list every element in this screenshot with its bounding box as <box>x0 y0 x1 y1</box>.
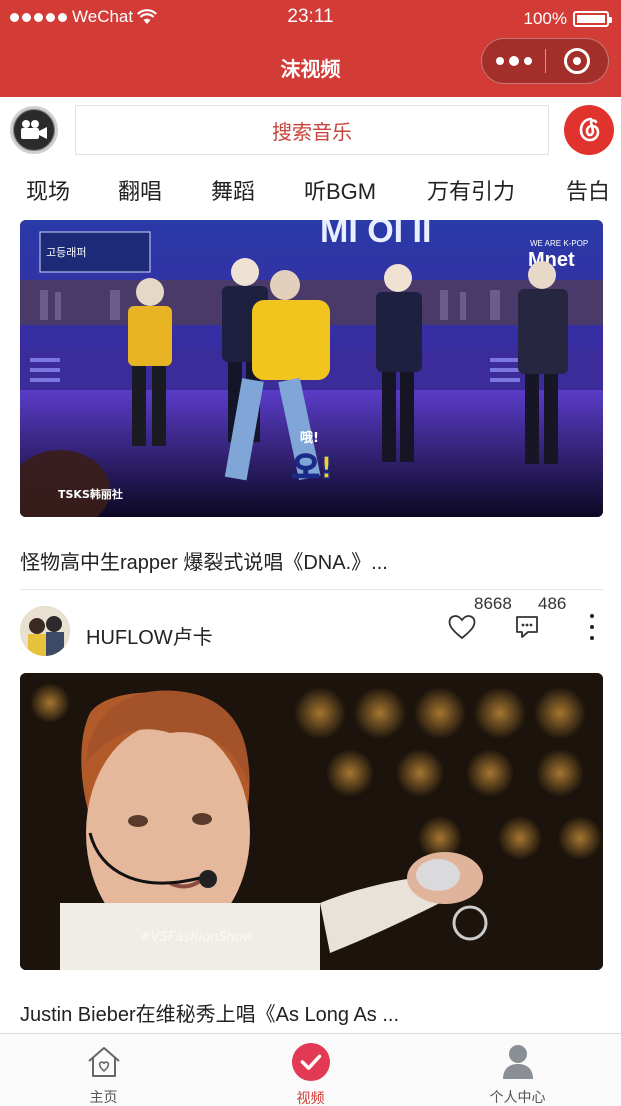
banner-text: MI OI II <box>320 220 431 250</box>
tab-bgm[interactable]: 听BGM <box>304 174 376 206</box>
battery-status: 100% <box>523 9 612 29</box>
category-tabs: 现场 翻唱 舞蹈 听BGM 万有引力 告白 <box>0 163 621 215</box>
feed-divider <box>20 589 603 590</box>
author-name[interactable]: HUFLOW卢卡 <box>86 621 213 650</box>
battery-icon <box>573 11 612 27</box>
video-caption[interactable]: 怪物高中生rapper 爆裂式说唱《DNA.》... <box>20 546 388 575</box>
tabbar-label: 个人中心 <box>489 1089 546 1105</box>
tab-gravity[interactable]: 万有引力 <box>427 174 515 206</box>
comment-icon[interactable] <box>514 614 540 640</box>
tabbar-home[interactable]: 主页 <box>0 1034 207 1106</box>
singer-performance-image: #VSFashionShow <box>20 673 603 970</box>
video-caption[interactable]: Justin Bieber在维秘秀上唱《As Long As ... <box>20 998 399 1027</box>
heart-icon[interactable] <box>448 614 476 640</box>
battery-percent: 100% <box>523 9 567 28</box>
tabbar-profile[interactable]: 个人中心 <box>414 1034 621 1106</box>
video-check-icon <box>291 1042 331 1082</box>
tab-confession[interactable]: 告白 <box>566 174 610 206</box>
video-camera-icon[interactable] <box>10 106 58 154</box>
tab-dance[interactable]: 舞蹈 <box>211 174 255 206</box>
search-input[interactable]: 搜索音乐 <box>75 105 549 155</box>
tabbar-label: 视频 <box>296 1090 325 1106</box>
top-bar: WeChat 23:11 100% 沫视频 <box>0 0 621 97</box>
subtitle-big: 오! <box>292 451 333 486</box>
close-mini-program-button[interactable] <box>546 38 608 84</box>
video-thumbnail[interactable]: #VSFashionShow <box>20 673 603 970</box>
more-options-button[interactable] <box>482 38 545 84</box>
target-icon <box>563 48 590 74</box>
author-row: HUFLOW卢卡 8668 486 <box>0 592 621 670</box>
avatar[interactable] <box>20 606 70 656</box>
netease-music-icon[interactable] <box>564 105 614 155</box>
search-placeholder: 搜索音乐 <box>272 121 352 144</box>
user-icon <box>498 1042 538 1081</box>
tabbar-video[interactable]: 视频 <box>207 1034 414 1106</box>
video-thumbnail[interactable]: MI OI II WE ARE K-POP Mnet 고등래퍼 哦! 오! TS… <box>20 220 603 517</box>
video-watermark: #VSFashionShow <box>140 930 254 945</box>
channel-tagline: WE ARE K-POP <box>530 239 588 248</box>
comment-count: 486 <box>538 594 567 613</box>
search-row: 搜索音乐 <box>0 97 621 163</box>
tabbar-label: 主页 <box>89 1089 118 1105</box>
like-count: 8668 <box>474 594 512 613</box>
tab-cover[interactable]: 翻唱 <box>118 174 162 206</box>
stage-performance-image: MI OI II WE ARE K-POP Mnet 고등래퍼 哦! 오! TS… <box>20 220 603 517</box>
video-watermark: TSKS韩丽社 <box>58 487 123 501</box>
more-vertical-icon[interactable] <box>583 614 601 640</box>
mini-program-capsule <box>481 38 609 84</box>
show-corner-label: 고등래퍼 <box>46 246 86 259</box>
tab-live[interactable]: 现场 <box>26 174 70 206</box>
home-icon <box>84 1042 124 1081</box>
subtitle-small: 哦! <box>300 430 319 446</box>
status-bar: WeChat 23:11 100% <box>0 0 621 34</box>
bottom-tab-bar: 主页 视频 个人中心 <box>0 1033 621 1106</box>
